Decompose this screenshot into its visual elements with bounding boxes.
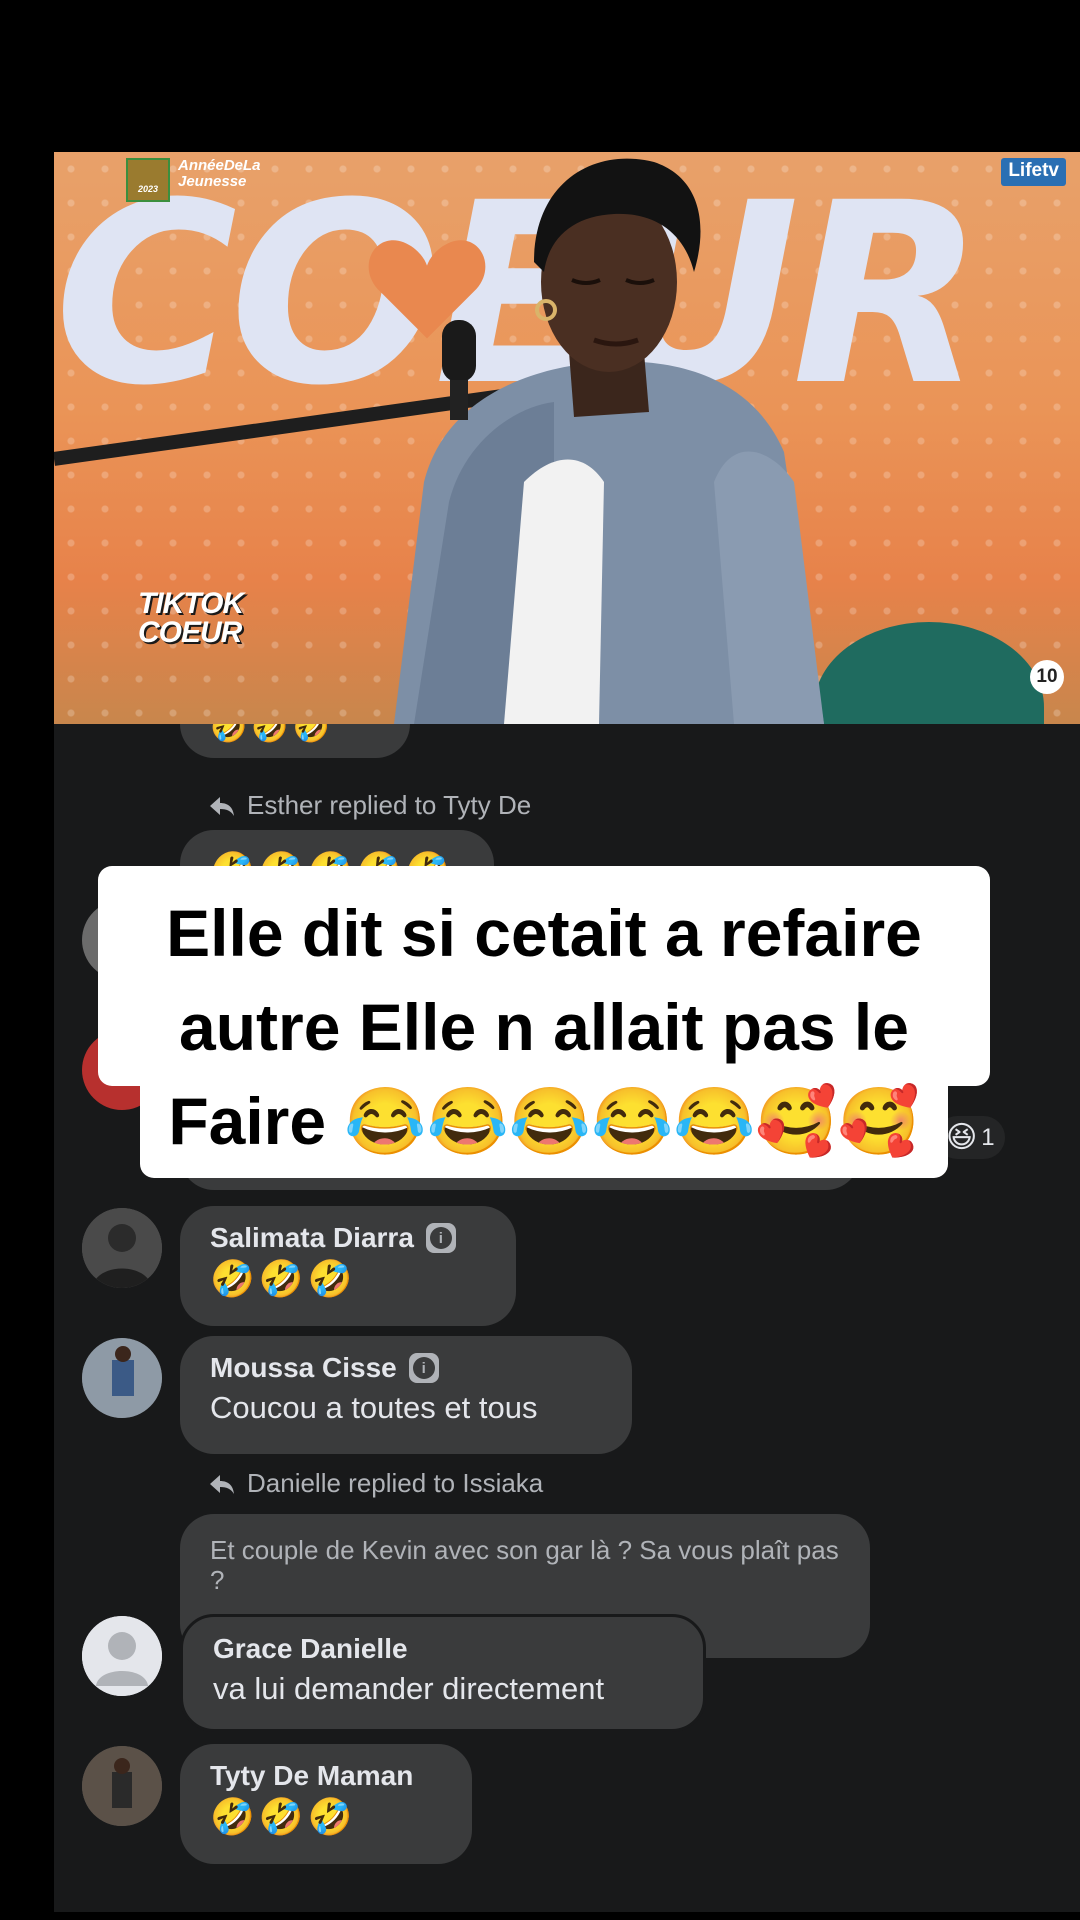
comment-text: 🤣🤣🤣 [210, 1258, 357, 1299]
avatar[interactable] [82, 1338, 162, 1418]
comment-bubble[interactable]: Moussa Cisse i Coucou a toutes et tous [180, 1336, 632, 1454]
channel-ten-logo: 10 [1030, 660, 1064, 694]
avatar[interactable] [82, 1208, 162, 1288]
comment-text: va lui demander directement [213, 1671, 605, 1706]
commenter-name[interactable]: Grace Danielle [213, 1633, 408, 1665]
speaker-figure [394, 158, 824, 724]
comment-bubble[interactable]: Salimata Diarra i 🤣🤣🤣 [180, 1206, 516, 1326]
comment-text: Coucou a toutes et tous [210, 1390, 538, 1425]
reply-arrow-icon [210, 1474, 234, 1494]
avatar[interactable] [82, 1746, 162, 1826]
comment-text: 🤣🤣🤣 [210, 1796, 357, 1837]
commenter-name[interactable]: Tyty De Maman [210, 1760, 413, 1792]
caption-text: Elle dit si cetait a refaire autre Elle … [166, 896, 922, 1158]
annee-jeunesse-logo: 2023 AnnéeDeLa Jeunesse [126, 158, 261, 202]
reply-indicator: Danielle replied to Issiaka [209, 1468, 543, 1499]
comment-bubble-partial[interactable]: 🤣🤣🤣 [180, 724, 410, 758]
reply-indicator: Esther replied to Tyty De [209, 790, 531, 821]
comment-bubble[interactable]: Tyty De Maman 🤣🤣🤣 [180, 1744, 472, 1864]
avatar[interactable] [82, 1616, 162, 1696]
tiktok-coeur-logo: TIKTOK COEUR [138, 587, 244, 649]
reply-arrow-icon [210, 796, 234, 816]
commenter-name[interactable]: Moussa Cisse [210, 1352, 397, 1384]
video-caption: Elle dit si cetait a refaire autre Elle … [98, 866, 990, 1178]
info-badge-icon: i [425, 1223, 456, 1253]
comment-bubble[interactable]: Grace Danielle va lui demander directeme… [180, 1614, 706, 1732]
bottom-bar [0, 1912, 1080, 1920]
commenter-name[interactable]: Salimata Diarra [210, 1222, 414, 1254]
live-video[interactable]: COEUR 2023 AnnéeDeLa Jeunesse TIKTOK COE… [54, 152, 1080, 724]
info-badge-icon: i [408, 1353, 439, 1383]
default-user-icon [82, 1616, 162, 1696]
channel-logo: Lifetv [1001, 158, 1066, 186]
